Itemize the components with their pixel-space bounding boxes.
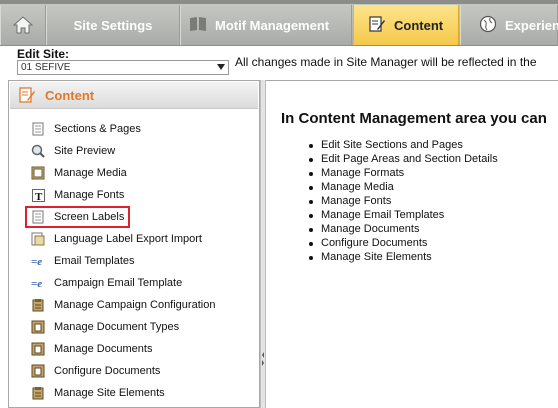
menu-item-label: Manage Documents [54,343,153,355]
document-stack-icon [31,342,45,356]
menu-item-label: Email Templates [54,255,135,267]
menu-item-campaign-email-template[interactable]: =e Campaign Email Template [31,274,182,292]
document-stack-icon [31,320,45,334]
content-menu-panel: Content Sections & Pages Site Preview Ma… [8,80,260,408]
list-item: Manage Fonts [304,195,391,209]
book-icon [189,16,207,35]
document-stack-icon [31,298,45,312]
menu-item-sections-pages[interactable]: Sections & Pages [31,120,141,138]
site-select[interactable]: 01 SEFIVE [17,60,229,75]
splitter-grip-icon[interactable] [261,350,265,368]
menu-item-label: Sections & Pages [54,123,141,135]
list-item: Manage Site Elements [304,251,432,265]
list-item: Manage Email Templates [304,209,444,223]
email-icon: =e [31,276,45,290]
menu-item-email-templates[interactable]: =e Email Templates [31,252,135,270]
list-item: Manage Media [304,181,394,195]
home-icon [13,16,33,34]
menu-item-manage-fonts[interactable]: T Manage Fonts [31,186,124,204]
media-icon [31,166,45,180]
menu-item-label: Language Label Export Import [54,233,202,245]
content-info-title: In Content Management area you can [281,110,547,127]
tab-experience-label: Experien [505,17,558,33]
font-icon: T [31,188,45,202]
svg-text:T: T [35,191,43,202]
content-info-panel: In Content Management area you can Edit … [266,80,558,408]
menu-item-site-preview[interactable]: Site Preview [31,142,115,160]
tab-content-label: Content [394,17,444,33]
edit-site-row: Edit Site: 01 SEFIVE All changes made in… [0,47,558,77]
content-menu-title: Content [45,87,95,103]
menu-item-manage-site-elements[interactable]: Manage Site Elements [31,384,165,402]
email-icon: =e [31,254,45,268]
menu-item-language-label-export-import[interactable]: Language Label Export Import [31,230,202,248]
content-menu-header[interactable]: Content [10,82,258,109]
tab-motif-management-label: Motif Management [215,17,330,33]
document-stack-icon [31,364,45,378]
tab-home[interactable] [0,5,46,45]
menu-item-label: Campaign Email Template [54,277,183,289]
menu-item-manage-campaign-configuration[interactable]: Manage Campaign Configuration [31,296,215,314]
menu-item-manage-documents[interactable]: Manage Documents [31,340,152,358]
site-select-value: 01 SEFIVE [21,62,71,73]
svg-text:=e: =e [31,256,42,267]
document-stack-icon [31,386,45,400]
page-icon [31,122,45,136]
menu-item-manage-media[interactable]: Manage Media [31,164,127,182]
list-item: Edit Site Sections and Pages [304,139,463,153]
globe-icon [479,15,497,36]
menu-item-manage-document-types[interactable]: Manage Document Types [31,318,179,336]
list-item: Edit Page Areas and Section Details [304,153,498,167]
chevron-down-icon [217,64,225,70]
top-strip [0,0,558,4]
menu-item-screen-labels[interactable]: Screen Labels [24,206,131,228]
svg-text:=e: =e [31,278,42,289]
menu-item-label: Manage Document Types [54,321,180,333]
tab-site-settings-label: Site Settings [73,17,153,33]
list-item: Manage Documents [304,223,419,237]
list-item: Configure Documents [304,237,427,251]
top-tab-bar: Site Settings Motif Management Content E… [0,0,558,46]
menu-item-configure-documents[interactable]: Configure Documents [31,362,160,380]
menu-item-label: Site Preview [54,145,116,157]
menu-item-label: Manage Fonts [54,189,125,201]
list-item: Manage Formats [304,167,404,181]
site-manager-notice: All changes made in Site Manager will be… [235,55,537,69]
page-icon [31,210,45,224]
magnifier-icon [31,144,45,158]
menu-item-label: Manage Site Elements [54,387,165,399]
tab-motif-management[interactable]: Motif Management [180,5,352,45]
edit-site-label: Edit Site: [17,47,70,61]
menu-item-label: Screen Labels [54,211,125,223]
edit-page-icon [368,15,386,36]
tab-experience[interactable]: Experien [460,5,558,45]
tab-content[interactable]: Content [353,5,459,45]
language-icon [31,232,45,246]
tab-site-settings[interactable]: Site Settings [46,5,180,45]
menu-item-label: Configure Documents [54,365,161,377]
edit-page-icon [18,86,36,104]
menu-item-label: Manage Media [54,167,127,179]
menu-item-label: Manage Campaign Configuration [54,299,216,311]
